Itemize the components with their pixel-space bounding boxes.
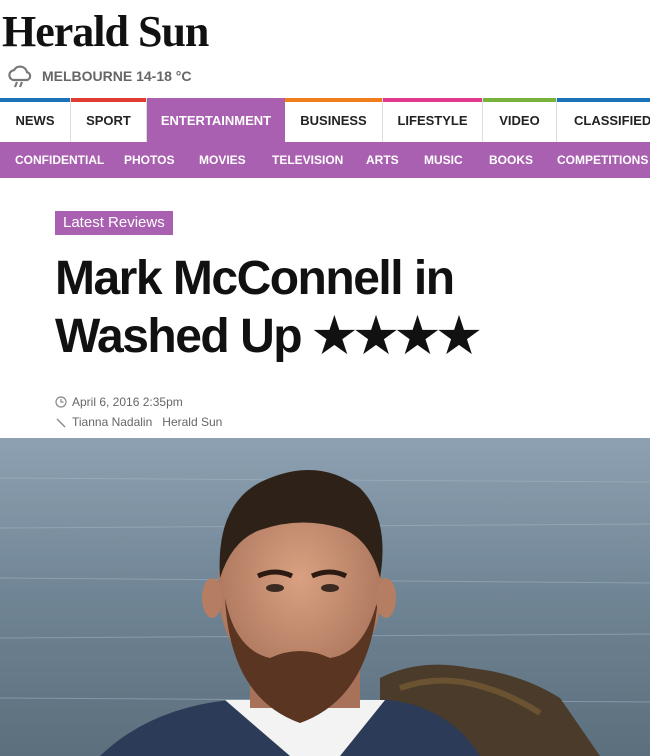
nav-label: BUSINESS	[300, 112, 367, 128]
main-nav: NEWS SPORT ENTERTAINMENT BUSINESS LIFEST…	[0, 98, 650, 143]
nav-label: LIFESTYLE	[397, 112, 468, 128]
subnav-item-books[interactable]: BOOKS	[489, 142, 533, 178]
category-tag[interactable]: Latest Reviews	[55, 211, 173, 235]
nav-color-bar	[71, 98, 146, 102]
nav-item-entertainment[interactable]: ENTERTAINMENT	[147, 98, 285, 142]
nav-color-bar	[383, 98, 482, 102]
nav-label: CLASSIFIEDS	[574, 112, 650, 128]
subnav-item-television[interactable]: TELEVISION	[272, 142, 343, 178]
subnav-item-competitions[interactable]: COMPETITIONS	[557, 142, 648, 178]
nav-item-lifestyle[interactable]: LIFESTYLE	[383, 98, 483, 142]
nav-color-bar	[483, 98, 556, 102]
nav-item-news[interactable]: NEWS	[0, 98, 71, 142]
masthead: Herald Sun MELBOURNE 14-18 °C	[0, 0, 650, 98]
nav-label: VIDEO	[499, 112, 540, 128]
nav-label: SPORT	[86, 112, 131, 128]
nav-color-bar	[147, 98, 285, 102]
nav-label: NEWS	[15, 112, 55, 128]
author-name[interactable]: Tianna Nadalin	[72, 415, 152, 429]
subnav-item-movies[interactable]: MOVIES	[199, 142, 246, 178]
nav-color-bar	[557, 98, 650, 102]
clock-icon	[55, 396, 67, 408]
publish-date: April 6, 2016 2:35pm	[72, 395, 183, 409]
weather-widget[interactable]: MELBOURNE 14-18 °C	[6, 62, 192, 90]
subnav-item-photos[interactable]: PHOTOS	[124, 142, 174, 178]
subnav-item-confidential[interactable]: CONFIDENTIAL	[15, 142, 104, 178]
subnav-item-arts[interactable]: ARTS	[366, 142, 399, 178]
article-headline: Mark McConnell in Washed Up ★★★★	[55, 250, 635, 366]
rain-cloud-icon	[8, 65, 32, 88]
nav-label: ENTERTAINMENT	[160, 112, 272, 128]
subnav-item-music[interactable]: MUSIC	[424, 142, 463, 178]
headline-line: Washed Up ★★★★	[55, 310, 481, 363]
nav-item-classifieds[interactable]: CLASSIFIEDS	[557, 98, 650, 142]
nav-color-bar	[0, 98, 70, 102]
nav-item-business[interactable]: BUSINESS	[285, 98, 383, 142]
hero-photo	[0, 438, 650, 756]
publication-name: Herald Sun	[162, 415, 223, 429]
hero-image[interactable]	[0, 438, 650, 756]
site-logo[interactable]: Herald Sun	[2, 6, 209, 57]
nav-item-sport[interactable]: SPORT	[71, 98, 147, 142]
nav-item-video[interactable]: VIDEO	[483, 98, 557, 142]
headline-line: Mark McConnell in	[55, 252, 455, 305]
entertainment-subnav: CONFIDENTIAL PHOTOS MOVIES TELEVISION AR…	[0, 142, 650, 178]
pen-icon	[56, 418, 66, 428]
article-meta: April 6, 2016 2:35pm Tianna Nadalin Hera…	[55, 392, 222, 432]
nav-color-bar	[285, 98, 382, 102]
weather-text: MELBOURNE 14-18 °C	[42, 68, 192, 84]
